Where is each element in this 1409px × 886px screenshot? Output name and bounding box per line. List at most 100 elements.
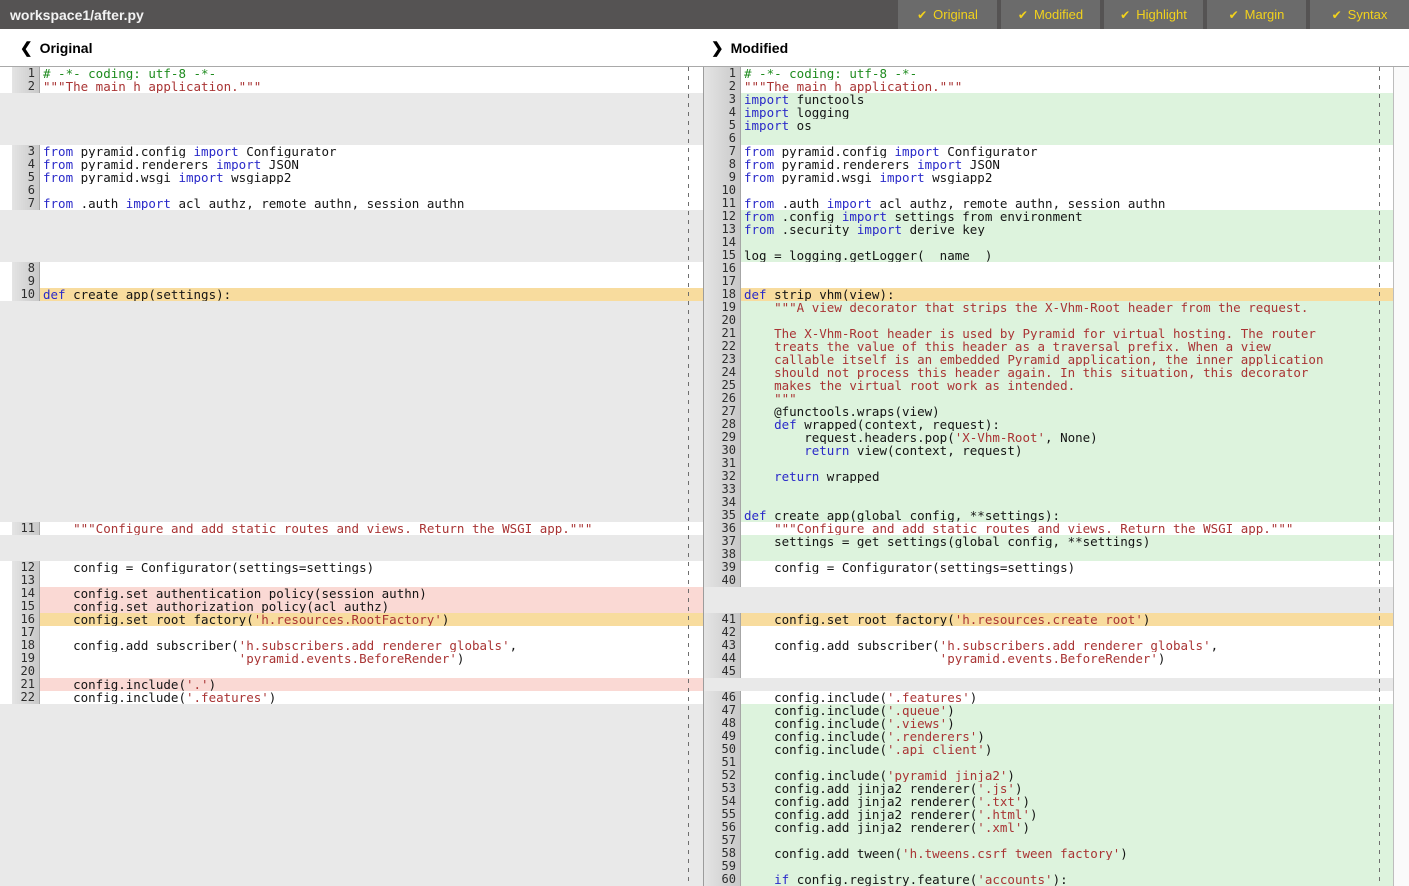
token-p: functools: [789, 93, 864, 106]
code-text: from pyramid.config import Configurator: [40, 145, 703, 158]
token-s: """Configure and add static routes and v…: [774, 522, 1293, 535]
filler-row: [0, 93, 703, 106]
filler-row: [704, 587, 1393, 600]
code-text: import os: [741, 119, 1393, 132]
token-s: """The main h application.""": [43, 80, 261, 93]
token-p: Configurator: [239, 145, 337, 158]
filler-row: [0, 119, 703, 132]
code-text: def strip_vhm(view):: [741, 288, 1393, 301]
code-text: [741, 756, 1393, 769]
filler-row: [0, 431, 703, 444]
filler-row: [0, 873, 703, 886]
token-p: config.include(: [744, 730, 887, 743]
token-p: acl_authz, remote_authn, session_authn: [872, 197, 1166, 210]
token-c: # -*- coding: utf-8 -*-: [43, 67, 216, 80]
token-p: .config: [774, 210, 842, 223]
token-s: '.renderers': [887, 730, 977, 743]
token-p: wsgiapp2: [925, 171, 993, 184]
token-s: 'h.resources.create_root': [955, 613, 1143, 626]
code-line: 15 config.set_authorization_policy(acl_a…: [0, 600, 703, 613]
token-k: def: [744, 288, 767, 301]
code-text: # -*- coding: utf-8 -*-: [741, 67, 1393, 80]
filler-row: [0, 223, 703, 236]
line-number: 4: [12, 158, 40, 171]
filler-row: [0, 353, 703, 366]
token-s: 'h.tweens.csrf_tween_factory': [902, 847, 1120, 860]
gutter-strip: [0, 561, 12, 574]
token-k: import: [857, 223, 902, 236]
token-k: from: [744, 223, 774, 236]
code-line: 18def strip_vhm(view):: [704, 288, 1393, 301]
filler-row: [0, 314, 703, 327]
code-text: config.set_authorization_policy(acl_auth…: [40, 600, 703, 613]
code-text: [741, 262, 1393, 275]
code-text: config.add_jinja2_renderer('.txt'): [741, 795, 1393, 808]
code-text: callable itself is an embedded Pyramid a…: [741, 353, 1393, 366]
toggle-margin-button[interactable]: ✔ Margin: [1207, 0, 1306, 29]
code-line: 24 should not process this header again.…: [704, 366, 1393, 379]
toggle-modified-button[interactable]: ✔ Modified: [1001, 0, 1100, 29]
modified-pane[interactable]: 1# -*- coding: utf-8 -*-2"""The main h a…: [703, 67, 1393, 886]
code-line: 21 The X-Vhm-Root header is used by Pyra…: [704, 327, 1393, 340]
token-p: ,: [510, 639, 518, 652]
original-pane[interactable]: 1# -*- coding: utf-8 -*-2"""The main h a…: [0, 67, 703, 886]
toggle-syntax-button[interactable]: ✔ Syntax: [1310, 0, 1409, 29]
token-p: create_app(settings):: [66, 288, 232, 301]
code-text: config.include('.'): [40, 678, 703, 691]
line-number: 6: [12, 184, 40, 197]
code-text: from .auth import acl_authz, remote_auth…: [40, 197, 703, 210]
code-line: 17: [0, 626, 703, 639]
filler-row: [0, 704, 703, 717]
code-line: 38: [704, 548, 1393, 561]
code-line: 16: [704, 262, 1393, 275]
token-k: import: [126, 197, 171, 210]
code-line: 37 settings = get_settings(global_config…: [704, 535, 1393, 548]
code-line: 40: [704, 574, 1393, 587]
code-text: [741, 574, 1393, 587]
toggle-original-button[interactable]: ✔ Original: [898, 0, 997, 29]
title-bar: workspace1/after.py ✔ Original ✔ Modifie…: [0, 0, 1409, 29]
token-p: config.set_root_factory(: [43, 613, 254, 626]
check-icon: ✔: [1018, 8, 1028, 22]
code-text: request.headers.pop('X-Vhm-Root', None): [741, 431, 1393, 444]
code-text: import logging: [741, 106, 1393, 119]
gutter-strip: [0, 145, 12, 158]
filler-row: [0, 795, 703, 808]
code-text: [741, 236, 1393, 249]
token-c: # -*- coding: utf-8 -*-: [744, 67, 917, 80]
code-text: [40, 574, 703, 587]
token-s: 'accounts': [977, 873, 1052, 886]
chevron-right-icon: ❯: [711, 39, 724, 57]
code-text: config.add_subscriber('h.subscribers.add…: [40, 639, 703, 652]
gutter-strip: [0, 522, 12, 535]
line-number: 60: [704, 873, 741, 886]
token-k: import: [895, 145, 940, 158]
token-s: '.js': [977, 782, 1015, 795]
token-s: '.features': [887, 691, 970, 704]
filler-row: [0, 808, 703, 821]
code-line: 36 """Configure and add static routes an…: [704, 522, 1393, 535]
token-p: wsgiapp2: [224, 171, 292, 184]
code-text: settings = get_settings(global_config, *…: [741, 535, 1393, 548]
filler-row: [0, 743, 703, 756]
code-text: config.include('.views'): [741, 717, 1393, 730]
token-s: '.views': [887, 717, 947, 730]
token-k: from: [43, 171, 73, 184]
code-line: 16 config.set_root_factory('h.resources.…: [0, 613, 703, 626]
code-text: from .security import derive_key: [741, 223, 1393, 236]
token-k: import: [216, 158, 261, 171]
toggle-highlight-button[interactable]: ✔ Highlight: [1104, 0, 1203, 29]
token-p: ): [977, 730, 985, 743]
gutter-strip: [0, 678, 12, 691]
token-k: from: [744, 210, 774, 223]
code-line: 26 """: [704, 392, 1393, 405]
code-text: config.set_root_factory('h.resources.cre…: [741, 613, 1393, 626]
toggle-original-label: Original: [933, 7, 978, 22]
window-title: workspace1/after.py: [0, 0, 894, 29]
filler-row: [0, 457, 703, 470]
code-line: 41 config.set_root_factory('h.resources.…: [704, 613, 1393, 626]
code-line: 12 config = Configurator(settings=settin…: [0, 561, 703, 574]
token-p: [43, 522, 73, 535]
code-text: def wrapped(context, request):: [741, 418, 1393, 431]
toolbar: ✔ Original ✔ Modified ✔ Highlight ✔ Marg…: [894, 0, 1409, 29]
